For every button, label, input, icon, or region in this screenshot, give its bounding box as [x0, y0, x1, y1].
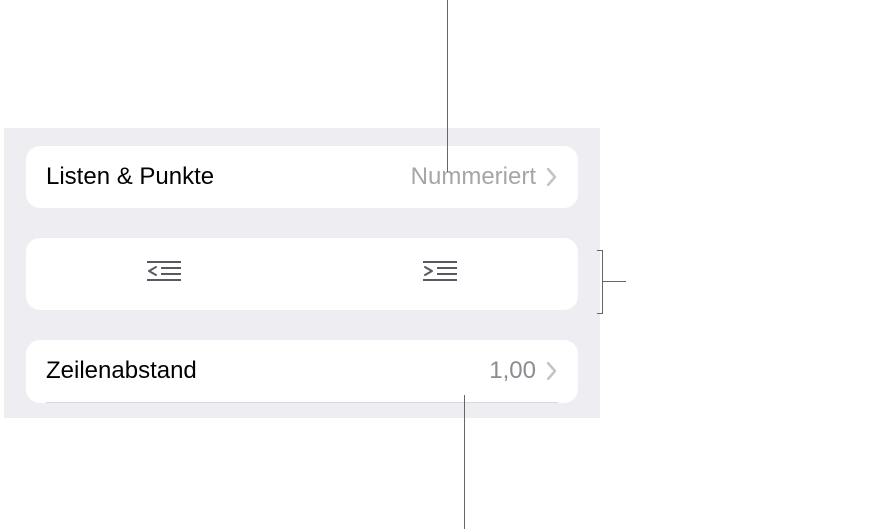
chevron-right-icon: [546, 361, 558, 381]
indent-card: [26, 238, 578, 310]
chevron-right-icon: [546, 167, 558, 187]
callout-line-top: [447, 0, 448, 172]
lists-bullets-card: Listen & Punkte Nummeriert: [26, 146, 578, 208]
indent-segmented-control: [26, 238, 578, 310]
callout-line-side: [602, 281, 626, 282]
callout-bracket-cap: [597, 250, 603, 251]
line-spacing-value-group: 1,00: [489, 357, 558, 385]
indent-decrease-icon: [147, 260, 181, 289]
line-spacing-row[interactable]: Zeilenabstand 1,00: [26, 340, 578, 402]
lists-bullets-row[interactable]: Listen & Punkte Nummeriert: [26, 146, 578, 208]
lists-bullets-value: Nummeriert: [411, 163, 536, 191]
outdent-button[interactable]: [26, 238, 302, 310]
lists-bullets-value-group: Nummeriert: [411, 163, 558, 191]
indent-increase-icon: [423, 260, 457, 289]
line-spacing-card: Zeilenabstand 1,00: [26, 340, 578, 403]
line-spacing-value: 1,00: [489, 357, 536, 385]
indent-button[interactable]: [302, 238, 578, 310]
format-panel: Listen & Punkte Nummeriert: [4, 128, 600, 418]
line-spacing-label: Zeilenabstand: [46, 357, 197, 385]
divider: [46, 402, 558, 403]
callout-bracket-cap: [597, 313, 603, 314]
callout-line-bottom: [464, 395, 465, 529]
lists-bullets-label: Listen & Punkte: [46, 163, 214, 191]
